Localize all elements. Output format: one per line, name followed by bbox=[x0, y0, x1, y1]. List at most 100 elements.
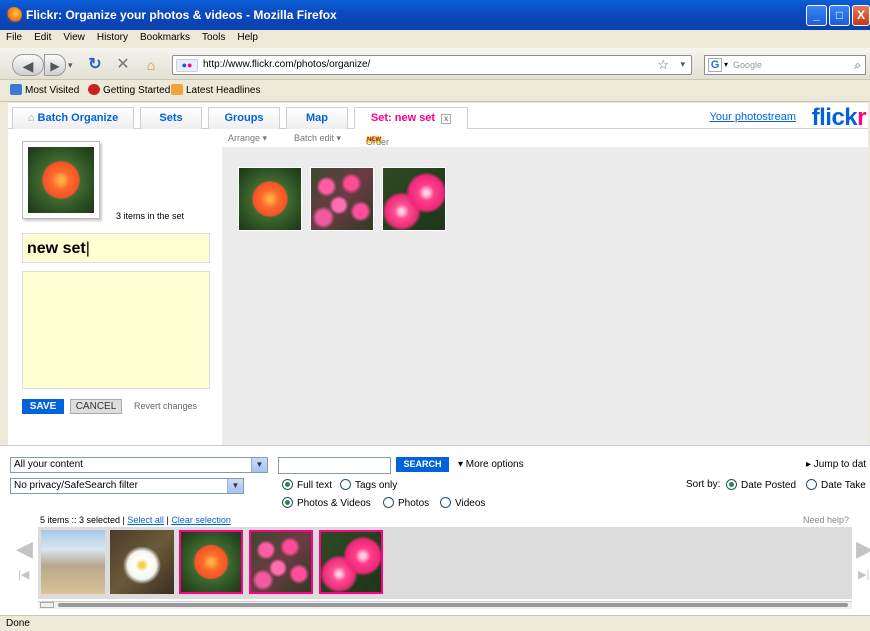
findr-panel: All your content ▼ No privacy/SafeSearch… bbox=[0, 445, 870, 615]
select-all-link[interactable]: Select all bbox=[127, 515, 164, 525]
filmstrip-next-icon[interactable]: ▶ bbox=[856, 536, 870, 562]
filmstrip-photo-orange-hibiscus[interactable] bbox=[179, 530, 243, 594]
jump-to-date-link[interactable]: ▸ Jump to dat bbox=[806, 459, 866, 470]
filmstrip-scrollbar[interactable] bbox=[38, 601, 852, 609]
organizr-main: 3 items in the set new set| SAVE CANCEL … bbox=[8, 129, 868, 445]
revert-changes-link[interactable]: Revert changes bbox=[134, 401, 197, 411]
radio-date-posted[interactable]: Date Posted bbox=[726, 479, 796, 491]
your-photostream-link[interactable]: Your photostream bbox=[710, 111, 796, 123]
scrollbar-thumb[interactable] bbox=[58, 603, 848, 607]
engine-dropdown-icon[interactable]: ▾ bbox=[724, 60, 728, 69]
tab-set-new-set[interactable]: Set: new set x bbox=[354, 107, 468, 130]
findr-search-input[interactable] bbox=[278, 457, 391, 474]
back-button[interactable]: ◀ bbox=[12, 54, 44, 76]
set-description-textarea[interactable] bbox=[22, 271, 210, 389]
stop-icon[interactable]: ✕ bbox=[114, 54, 132, 76]
getting-started-icon bbox=[88, 84, 100, 95]
organizr-tab-bar: ⌂ Batch Organize Sets Groups Map Set: ne… bbox=[8, 103, 868, 132]
radio-videos[interactable]: Videos bbox=[440, 497, 485, 509]
menu-tools[interactable]: Tools bbox=[196, 30, 231, 43]
bookmark-getting-started[interactable]: Getting Started bbox=[88, 84, 170, 96]
close-tab-icon[interactable]: x bbox=[441, 114, 452, 124]
radio-empty-icon bbox=[383, 497, 394, 508]
forward-button[interactable]: ▶ bbox=[44, 54, 66, 76]
maximize-button[interactable]: □ bbox=[829, 5, 850, 26]
home-icon[interactable]: ⌂ bbox=[142, 54, 160, 76]
flickr-logo[interactable]: flickr bbox=[812, 104, 867, 132]
rss-feed-icon bbox=[171, 84, 183, 95]
filmstrip-photo-beach[interactable] bbox=[41, 530, 105, 594]
window-title: Flickr: Organize your photos & videos - … bbox=[26, 8, 337, 22]
content-select[interactable]: All your content ▼ bbox=[10, 457, 268, 473]
filmstrip-photo-plumeria[interactable] bbox=[110, 530, 174, 594]
radio-tags-only[interactable]: Tags only bbox=[340, 479, 397, 491]
radio-photos-videos[interactable]: Photos & Videos bbox=[282, 497, 371, 509]
url-bar[interactable]: ●● http://www.flickr.com/photos/organize… bbox=[172, 55, 692, 75]
tab-groups[interactable]: Groups bbox=[208, 107, 280, 129]
menu-view[interactable]: View bbox=[57, 30, 91, 43]
radio-empty-icon bbox=[806, 479, 817, 490]
filmstrip-last-icon[interactable]: ▶| bbox=[858, 568, 869, 581]
filmstrip-photo-pink-hibiscus[interactable] bbox=[319, 530, 383, 594]
bookmarks-toolbar: Most Visited Getting Started Latest Head… bbox=[0, 80, 870, 102]
search-placeholder: Google bbox=[733, 60, 763, 70]
set-workarea: Arrange ▾ Batch edit ▾ NEWOrder prints bbox=[222, 129, 868, 445]
close-button[interactable]: X bbox=[852, 5, 870, 26]
history-dropdown-icon[interactable]: ▾ bbox=[68, 54, 73, 76]
chevron-down-icon[interactable]: ▼ bbox=[227, 479, 243, 493]
bookmark-most-visited[interactable]: Most Visited bbox=[10, 84, 79, 96]
tab-batch-organize[interactable]: ⌂ Batch Organize bbox=[12, 107, 134, 129]
batch-edit-menu[interactable]: Batch edit ▾ bbox=[294, 133, 341, 144]
site-identity-icon[interactable]: ●● bbox=[176, 59, 198, 72]
menu-help[interactable]: Help bbox=[231, 30, 264, 43]
search-box[interactable]: G ▾ Google ⌕ bbox=[704, 55, 866, 75]
set-items-count: 3 items in the set bbox=[116, 211, 185, 221]
search-magnifier-icon[interactable]: ⌕ bbox=[854, 58, 861, 73]
filmstrip-prev-icon[interactable]: ◀ bbox=[16, 536, 33, 562]
chevron-down-icon[interactable]: ▼ bbox=[251, 458, 267, 472]
radio-date-taken[interactable]: Date Take bbox=[806, 479, 866, 491]
set-title-input[interactable]: new set| bbox=[22, 233, 210, 263]
home-icon: ⌂ bbox=[27, 112, 35, 124]
reload-icon[interactable]: ↻ bbox=[86, 54, 104, 76]
scrollbar-grip[interactable] bbox=[40, 602, 54, 608]
filmstrip-photo-pink-cluster[interactable] bbox=[249, 530, 313, 594]
primary-photo-image bbox=[28, 147, 94, 213]
bookmark-latest-headlines[interactable]: Latest Headlines bbox=[171, 84, 261, 96]
filmstrip-first-icon[interactable]: |◀ bbox=[18, 568, 29, 581]
menu-bar: File Edit View History Bookmarks Tools Help bbox=[0, 30, 870, 48]
set-photo-pink-cluster[interactable] bbox=[310, 167, 374, 231]
url-dropdown-icon[interactable]: ▾ bbox=[680, 59, 685, 70]
radio-empty-icon bbox=[440, 497, 451, 508]
selection-info: 5 items :: 3 selected | Select all | Cle… bbox=[40, 515, 231, 525]
privacy-filter-select[interactable]: No privacy/SafeSearch filter ▼ bbox=[10, 478, 244, 494]
navigation-toolbar: ◀ ▶ ▾ ↻ ✕ ⌂ ●● http://www.flickr.com/pho… bbox=[0, 48, 870, 80]
set-photo-pink-hibiscus[interactable] bbox=[382, 167, 446, 231]
need-help-link[interactable]: Need help? bbox=[803, 515, 849, 525]
workarea-toolbar: Arrange ▾ Batch edit ▾ NEWOrder prints bbox=[222, 129, 868, 157]
menu-bookmarks[interactable]: Bookmarks bbox=[134, 30, 196, 43]
set-photo-grid bbox=[222, 147, 868, 445]
menu-file[interactable]: File bbox=[0, 30, 28, 43]
tab-sets[interactable]: Sets bbox=[140, 107, 202, 129]
set-editor-panel: 3 items in the set new set| SAVE CANCEL … bbox=[8, 129, 222, 445]
radio-selected-icon bbox=[282, 479, 293, 490]
cancel-button[interactable]: CANCEL bbox=[70, 399, 122, 414]
clear-selection-link[interactable]: Clear selection bbox=[171, 515, 231, 525]
tab-map[interactable]: Map bbox=[286, 107, 348, 129]
set-primary-photo[interactable] bbox=[22, 141, 100, 219]
radio-full-text[interactable]: Full text bbox=[282, 479, 332, 491]
radio-photos[interactable]: Photos bbox=[383, 497, 429, 509]
sort-by-label: Sort by: bbox=[686, 479, 721, 490]
save-button[interactable]: SAVE bbox=[22, 399, 64, 414]
more-options-toggle[interactable]: ▾ More options bbox=[458, 459, 524, 470]
bookmark-star-icon[interactable]: ☆ bbox=[657, 57, 669, 73]
search-button[interactable]: SEARCH bbox=[396, 457, 449, 472]
menu-history[interactable]: History bbox=[91, 30, 134, 43]
minimize-button[interactable]: _ bbox=[806, 5, 827, 26]
arrange-menu[interactable]: Arrange ▾ bbox=[228, 133, 267, 144]
menu-edit[interactable]: Edit bbox=[28, 30, 57, 43]
google-engine-icon[interactable]: G bbox=[708, 58, 722, 72]
set-photo-orange-hibiscus[interactable] bbox=[238, 167, 302, 231]
photo-filmstrip bbox=[38, 527, 852, 599]
